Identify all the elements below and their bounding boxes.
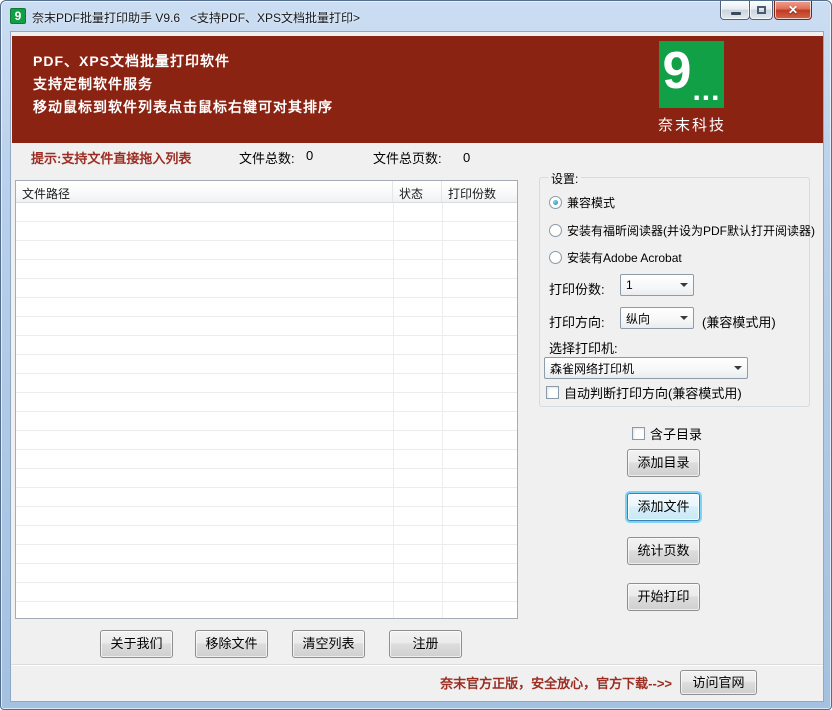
radio-row-foxit[interactable]: 安装有福昕阅读器(并设为PDF默认打开阅读器)	[549, 222, 815, 239]
footer: 奈末官方正版，安全放心，官方下载-->> 访问官网	[440, 670, 757, 695]
total-files-label: 文件总数:	[239, 148, 295, 167]
banner-line-1: PDF、XPS文档批量打印软件	[33, 50, 333, 73]
orientation-select[interactable]: 纵向	[620, 307, 694, 329]
close-button[interactable]: ✕	[774, 1, 812, 20]
app-logo-icon: 9	[10, 8, 26, 24]
copies-selected-value: 1	[626, 278, 633, 292]
settings-group-label: 设置:	[548, 170, 581, 187]
file-list[interactable]: 文件路径 状态 打印份数	[15, 180, 518, 619]
include-subdir-row[interactable]: 含子目录	[632, 424, 702, 443]
banner-line-2: 支持定制软件服务	[33, 73, 333, 96]
maximize-button[interactable]	[749, 1, 773, 20]
total-files-value: 0	[306, 148, 313, 163]
title-bar[interactable]: 9 奈末PDF批量打印助手 V9.6 <支持PDF、XPS文档批量打印> ✕	[1, 1, 831, 31]
orientation-selected-value: 纵向	[626, 310, 650, 327]
window-controls: ✕	[720, 1, 812, 20]
banner-line-3: 移动鼠标到软件列表点击鼠标右键可对其排序	[33, 96, 333, 119]
company-logo: 9 ...	[659, 41, 724, 108]
column-header-state[interactable]: 状态	[393, 181, 442, 202]
include-subdir-checkbox[interactable]	[632, 427, 645, 440]
radio-row-compat[interactable]: 兼容模式	[549, 194, 615, 211]
drag-tip: 提示:支持文件直接拖入列表	[31, 148, 191, 167]
total-pages-label: 文件总页数:	[373, 148, 442, 167]
printer-selected-value: 森雀网络打印机	[550, 360, 634, 377]
chevron-down-icon	[734, 366, 742, 370]
auto-orientation-checkbox[interactable]	[546, 386, 559, 399]
orientation-note: (兼容模式用)	[702, 312, 776, 331]
settings-group: 设置: 兼容模式 安装有福昕阅读器(并设为PDF默认打开阅读器) 安装有Adob…	[539, 177, 810, 407]
radio-foxit-reader[interactable]	[549, 224, 562, 237]
app-window: 9 奈末PDF批量打印助手 V9.6 <支持PDF、XPS文档批量打印> ✕ P…	[0, 0, 832, 710]
minimize-button[interactable]	[720, 1, 750, 20]
close-icon: ✕	[775, 1, 811, 19]
printer-label: 选择打印机:	[549, 338, 618, 357]
auto-orientation-label: 自动判断打印方向(兼容模式用)	[564, 383, 742, 402]
total-pages-value: 0	[463, 150, 470, 165]
copies-label: 打印份数:	[549, 279, 605, 298]
radio-compat-mode-label: 兼容模式	[567, 194, 615, 211]
file-list-header: 文件路径 状态 打印份数	[16, 181, 517, 203]
footer-promo-text: 奈末官方正版，安全放心，官方下载-->>	[440, 673, 672, 692]
radio-row-acrobat[interactable]: 安装有Adobe Acrobat	[549, 249, 682, 266]
radio-compat-mode[interactable]	[549, 196, 562, 209]
orientation-label: 打印方向:	[549, 312, 605, 331]
visit-website-button[interactable]: 访问官网	[680, 670, 757, 695]
logo-dots: ...	[692, 76, 720, 106]
column-header-path[interactable]: 文件路径	[16, 181, 393, 202]
count-pages-button[interactable]: 统计页数	[627, 537, 700, 565]
add-file-button[interactable]: 添加文件	[627, 493, 700, 521]
start-print-button[interactable]: 开始打印	[627, 583, 700, 611]
column-header-copies[interactable]: 打印份数	[442, 181, 517, 202]
remove-file-button[interactable]: 移除文件	[195, 630, 268, 658]
radio-adobe-acrobat[interactable]	[549, 251, 562, 264]
info-bar: 提示:支持文件直接拖入列表 文件总数: 0 文件总页数: 0	[11, 148, 823, 166]
promo-banner: PDF、XPS文档批量打印软件 支持定制软件服务 移动鼠标到软件列表点击鼠标右键…	[12, 36, 823, 143]
banner-text: PDF、XPS文档批量打印软件 支持定制软件服务 移动鼠标到软件列表点击鼠标右键…	[33, 50, 333, 119]
minimize-icon	[731, 12, 741, 15]
company-name: 奈末科技	[652, 114, 732, 135]
add-directory-button[interactable]: 添加目录	[627, 449, 700, 477]
printer-select[interactable]: 森雀网络打印机	[544, 357, 748, 379]
clear-list-button[interactable]: 清空列表	[292, 630, 365, 658]
copies-select[interactable]: 1	[620, 274, 694, 296]
include-subdir-label: 含子目录	[650, 424, 702, 443]
auto-orientation-row[interactable]: 自动判断打印方向(兼容模式用)	[546, 383, 742, 402]
logo-nine: 9	[663, 41, 692, 101]
radio-adobe-acrobat-label: 安装有Adobe Acrobat	[567, 249, 682, 266]
chevron-down-icon	[680, 283, 688, 287]
about-button[interactable]: 关于我们	[100, 630, 173, 658]
register-button[interactable]: 注册	[389, 630, 462, 658]
maximize-icon	[757, 6, 766, 14]
radio-foxit-reader-label: 安装有福昕阅读器(并设为PDF默认打开阅读器)	[567, 222, 815, 239]
file-list-body[interactable]	[16, 203, 517, 618]
footer-divider	[11, 664, 823, 666]
client-area: PDF、XPS文档批量打印软件 支持定制软件服务 移动鼠标到软件列表点击鼠标右键…	[10, 31, 824, 702]
window-title: 奈末PDF批量打印助手 V9.6 <支持PDF、XPS文档批量打印>	[32, 9, 360, 26]
chevron-down-icon	[680, 316, 688, 320]
